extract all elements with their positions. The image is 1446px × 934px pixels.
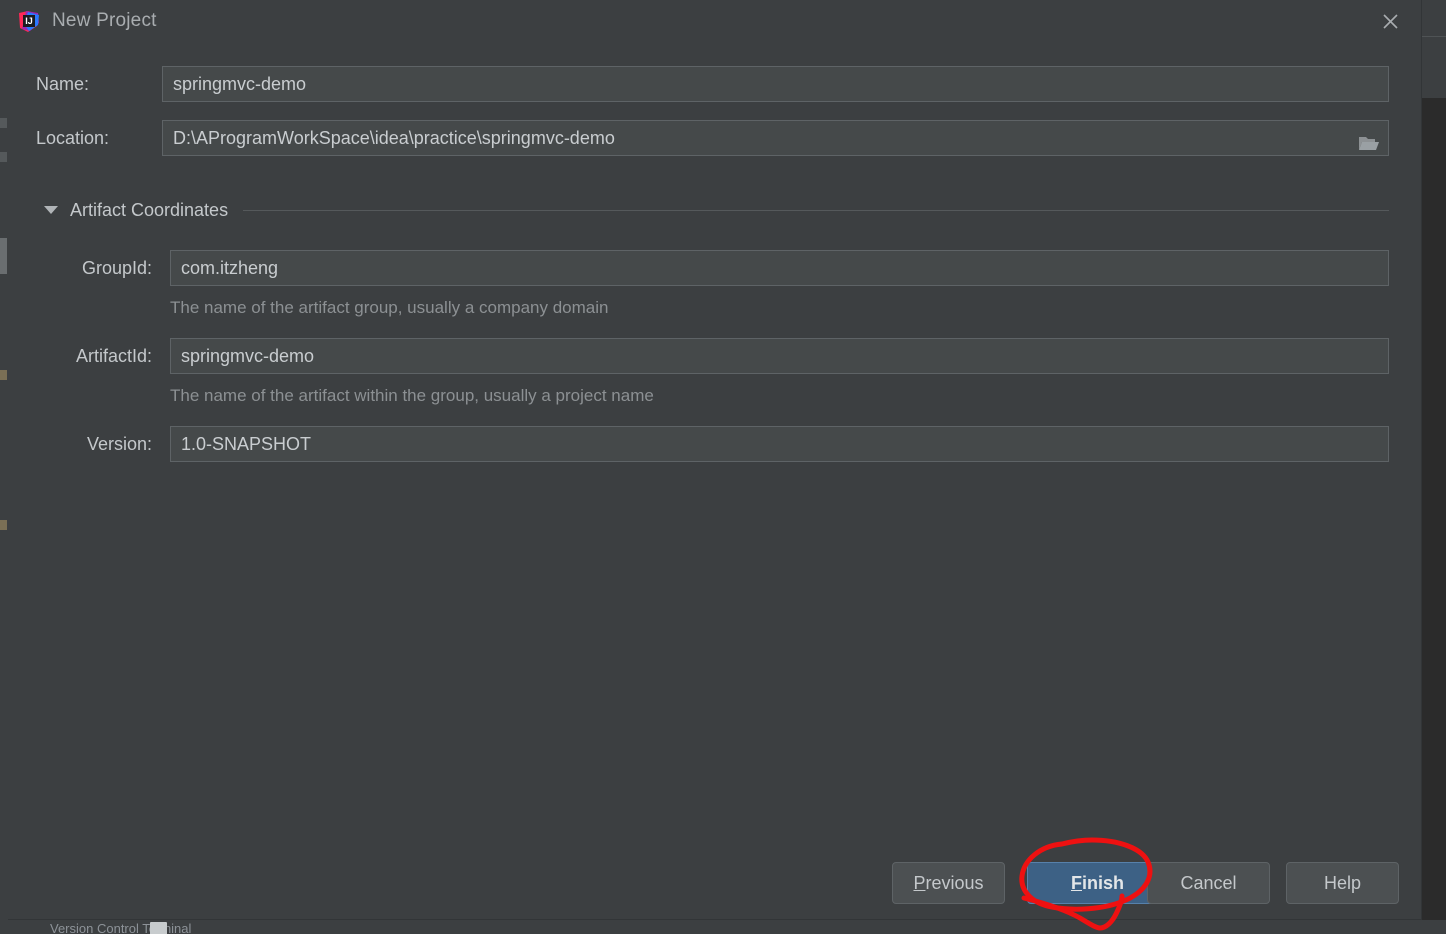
background-right-panel <box>1422 0 1446 98</box>
previous-button-mnemonic: P <box>913 872 926 893</box>
finish-button-mnemonic: F <box>1070 872 1082 893</box>
background-left-tick <box>0 520 7 530</box>
ide-bottom-toolbar: Version Control Terminal <box>0 920 1446 934</box>
groupid-hint: The name of the artifact group, usually … <box>170 298 609 317</box>
background-left-tick <box>0 370 7 380</box>
artifactid-field-row: ArtifactId: springmvc-demo <box>8 338 1389 374</box>
location-label: Location: <box>36 128 110 148</box>
location-input-value: D:\AProgramWorkSpace\idea\practice\sprin… <box>173 128 615 148</box>
background-left-scrollbar[interactable] <box>0 238 7 274</box>
artifact-coordinates-section-header[interactable]: Artifact Coordinates <box>44 196 1389 224</box>
svg-text:IJ: IJ <box>25 16 33 26</box>
name-input-value: springmvc-demo <box>173 74 307 94</box>
new-project-dialog: IJ New Project Name: springmvc-demo Loca… <box>8 0 1422 920</box>
terminal-icon[interactable] <box>150 922 167 934</box>
version-input-value: 1.0-SNAPSHOT <box>181 434 312 454</box>
intellij-idea-icon: IJ <box>16 9 41 34</box>
name-field-row: Name: springmvc-demo <box>8 66 1389 102</box>
groupid-label: GroupId: <box>81 258 152 278</box>
artifactid-input[interactable]: springmvc-demo <box>170 338 1389 374</box>
close-icon[interactable] <box>1373 4 1407 38</box>
version-input[interactable]: 1.0-SNAPSHOT <box>170 426 1389 462</box>
version-field-row: Version: 1.0-SNAPSHOT <box>8 426 1389 462</box>
previous-button[interactable]: Previous <box>892 862 1005 904</box>
previous-button-label: revious <box>925 872 984 893</box>
location-input[interactable]: D:\AProgramWorkSpace\idea\practice\sprin… <box>162 120 1389 156</box>
finish-button-label: inish <box>1081 872 1124 893</box>
background-editor-area <box>1422 98 1446 934</box>
background-left-tick <box>0 118 7 128</box>
help-button-label: Help <box>1323 872 1362 893</box>
screen-root: ❮ Version Control Terminal IJ New Projec… <box>0 0 1446 934</box>
cancel-button[interactable]: Cancel <box>1147 862 1270 904</box>
artifact-coordinates-title: Artifact Coordinates <box>70 199 229 220</box>
name-input[interactable]: springmvc-demo <box>162 66 1389 102</box>
triangle-down-icon[interactable] <box>44 206 58 214</box>
version-label: Version: <box>86 434 152 454</box>
location-field-row: Location: D:\AProgramWorkSpace\idea\prac… <box>8 120 1389 156</box>
dialog-title: New Project <box>52 10 157 31</box>
help-button[interactable]: Help <box>1286 862 1399 904</box>
groupid-input-value: com.itzheng <box>181 258 279 278</box>
artifactid-input-value: springmvc-demo <box>181 346 315 366</box>
folder-icon[interactable] <box>1358 129 1380 150</box>
ide-bottom-toolbar-label[interactable]: Version Control Terminal <box>50 921 191 934</box>
dialog-button-bar: Previous Finish Cancel Help <box>8 862 1422 910</box>
cancel-button-label: Cancel <box>1180 872 1237 893</box>
background-left-tick <box>0 152 7 162</box>
background-left-strip <box>0 0 8 934</box>
artifactid-hint: The name of the artifact within the grou… <box>170 386 654 405</box>
groupid-input[interactable]: com.itzheng <box>170 250 1389 286</box>
groupid-field-row: GroupId: com.itzheng <box>8 250 1389 286</box>
section-divider <box>243 209 1389 211</box>
artifactid-label: ArtifactId: <box>75 346 152 366</box>
name-label: Name: <box>36 74 90 94</box>
background-right-panel-divider <box>1422 36 1446 37</box>
dialog-titlebar: IJ New Project <box>8 0 1421 44</box>
